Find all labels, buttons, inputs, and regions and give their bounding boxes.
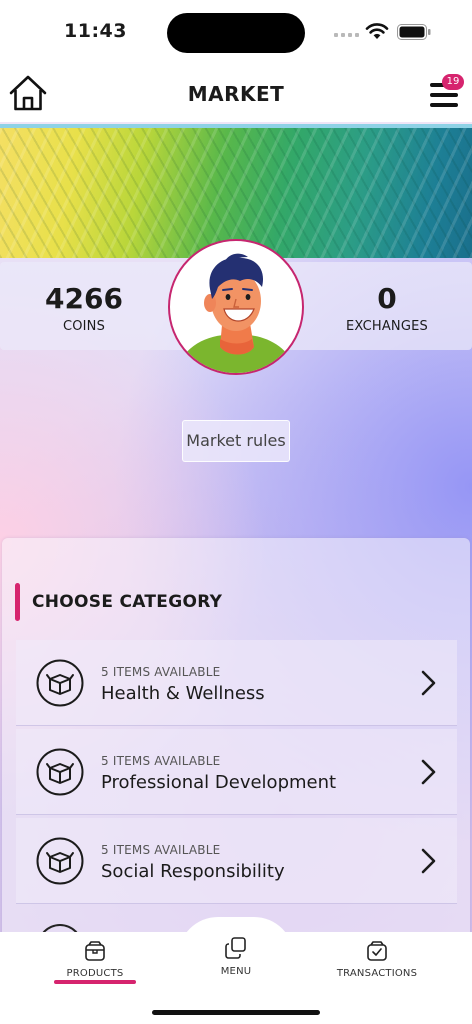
nav-label-menu: MENU: [220, 966, 252, 977]
avatar-illustration: [175, 253, 298, 373]
avatar[interactable]: [168, 239, 304, 375]
box-icon: [36, 748, 84, 796]
exchanges-value: 0: [377, 282, 397, 315]
category-panel: CHOOSE CATEGORY 5 ITEMS AVAILABLE Health…: [2, 538, 470, 938]
checked-box-icon: [367, 941, 387, 961]
notification-badge: 19: [442, 74, 464, 90]
nav-tab-menu[interactable]: MENU: [181, 936, 291, 977]
box-icon: [36, 659, 84, 707]
chevron-right-icon: [421, 670, 436, 696]
coins-stat: 4266 COINS: [0, 282, 168, 334]
category-item-health-wellness[interactable]: 5 ITEMS AVAILABLE Health & Wellness: [16, 640, 457, 726]
chevron-right-icon: [421, 759, 436, 785]
category-name: Social Responsibility: [101, 861, 285, 882]
category-availability: 5 ITEMS AVAILABLE: [101, 665, 221, 679]
box-icon: [36, 837, 84, 885]
dynamic-island: [167, 13, 305, 53]
status-time: 11:43: [64, 20, 127, 42]
copy-icon: [225, 937, 246, 959]
box-icon: [85, 941, 105, 961]
category-name: Professional Development: [101, 772, 337, 793]
nav-label-transactions: TRANSACTIONS: [336, 968, 418, 979]
category-item-professional-development[interactable]: 5 ITEMS AVAILABLE Professional Developme…: [16, 729, 457, 815]
nav-label-products: PRODUCTS: [66, 968, 124, 979]
category-title-accent: [15, 583, 20, 621]
wifi-icon: [365, 23, 389, 39]
category-title: CHOOSE CATEGORY: [32, 592, 223, 612]
market-rules-button[interactable]: Market rules: [182, 420, 290, 462]
profile-banner-image: [0, 124, 472, 258]
coins-value: 4266: [45, 282, 123, 315]
nav-tab-products[interactable]: PRODUCTS: [40, 940, 150, 979]
exchanges-stat: 0 EXCHANGES: [302, 282, 472, 334]
category-name: Health & Wellness: [101, 683, 265, 704]
cellular-signal-icon: [334, 33, 359, 37]
nav-tab-transactions[interactable]: TRANSACTIONS: [322, 940, 432, 979]
chevron-right-icon: [421, 848, 436, 874]
battery-icon: [397, 24, 431, 40]
active-tab-indicator: [54, 980, 136, 984]
status-bar: 11:43: [0, 0, 472, 64]
coins-label: COINS: [62, 319, 106, 334]
home-indicator: [152, 1010, 320, 1015]
hamburger-menu-button[interactable]: 19: [428, 74, 464, 111]
category-item-social-responsibility[interactable]: 5 ITEMS AVAILABLE Social Responsibility: [16, 818, 457, 904]
category-availability: 5 ITEMS AVAILABLE: [101, 754, 221, 768]
category-availability: 5 ITEMS AVAILABLE: [101, 843, 221, 857]
app-header: MARKET 19: [0, 64, 472, 122]
page-title: MARKET: [187, 82, 285, 106]
exchanges-label: EXCHANGES: [346, 319, 428, 334]
